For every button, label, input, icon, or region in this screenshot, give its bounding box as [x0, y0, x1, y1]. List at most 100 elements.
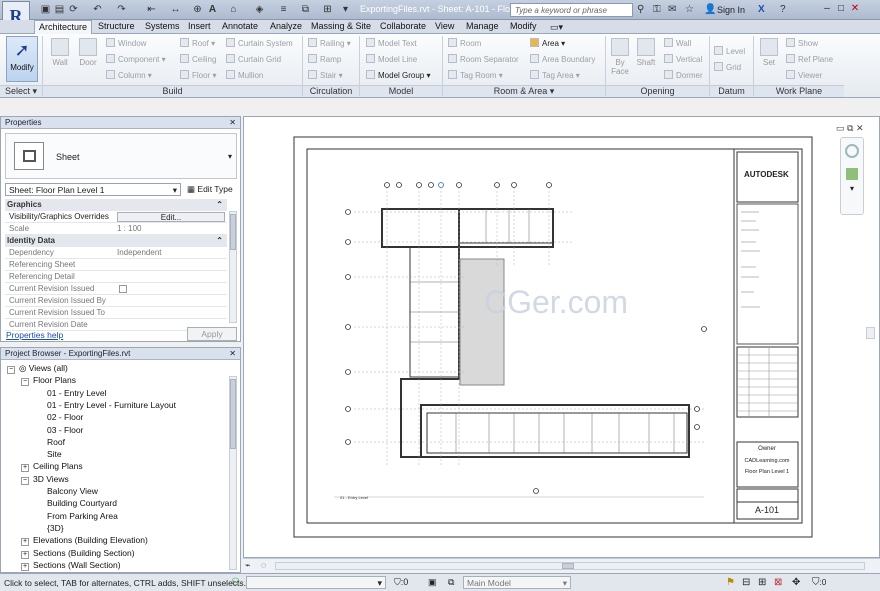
search-icon[interactable]: ⚲	[637, 4, 644, 15]
exchange-apps-icon[interactable]: X	[758, 4, 765, 15]
properties-scrollbar[interactable]	[229, 211, 237, 323]
scrollbar-thumb[interactable]	[230, 379, 236, 449]
tab-view[interactable]: View	[431, 20, 458, 34]
browser-item[interactable]: From Parking Area	[35, 511, 118, 521]
browser-item[interactable]: Building Courtyard	[35, 498, 117, 508]
model-line-button[interactable]: Model Line	[366, 54, 417, 64]
favorites-icon[interactable]: ☆	[685, 4, 694, 15]
select-underlay-icon[interactable]: ⊟	[742, 577, 750, 588]
browser-item[interactable]: 01 - Entry Level	[35, 388, 107, 398]
filter-icon[interactable]: ⛉	[394, 577, 401, 587]
room-button[interactable]: Room	[448, 38, 481, 48]
drawing-area[interactable]: ▭ ⧉ ✕ ▾ CGer.com AUTODESK Owner CADLearn…	[243, 116, 880, 558]
curtain-grid-button[interactable]: Curtain Grid	[226, 54, 281, 64]
select-pinned-icon[interactable]: ⊞	[758, 577, 766, 588]
chevron-down-icon[interactable]: ▾	[228, 152, 232, 161]
close-icon[interactable]: ✕	[229, 348, 236, 360]
type-selector[interactable]: Sheet ▾	[5, 133, 237, 179]
browser-item[interactable]: + Elevations (Building Elevation)	[21, 535, 148, 547]
browser-item[interactable]: 01 - Entry Level - Furniture Layout	[35, 400, 176, 410]
sign-in-button[interactable]: Sign In	[717, 5, 745, 15]
expand-toggle-icon[interactable]: +	[21, 562, 29, 571]
search-input[interactable]: Type a keyword or phrase	[510, 3, 633, 17]
redo-icon[interactable]: ↷	[116, 4, 127, 15]
tab-annotate[interactable]: Annotate	[218, 20, 262, 34]
room-separator-button[interactable]: Room Separator	[448, 54, 519, 64]
select-by-face-icon[interactable]: ⊠	[774, 577, 782, 588]
panel-select-label[interactable]: Select ▾	[0, 85, 42, 97]
tag-room-button[interactable]: Tag Room ▾	[448, 70, 503, 80]
tag-area-button[interactable]: Tag Area ▾	[530, 70, 580, 80]
minimize-icon[interactable]: –	[820, 3, 834, 14]
sync-icon[interactable]: ⟳	[68, 4, 79, 15]
browser-item[interactable]: Site	[35, 449, 62, 459]
railing-button[interactable]: Railing ▾	[308, 38, 351, 48]
select-links-icon[interactable]: ⚑	[726, 577, 735, 588]
scrollbar-thumb[interactable]	[230, 214, 236, 250]
worksharing-icon[interactable]: ⚇	[231, 577, 240, 588]
ref-plane-button[interactable]: Ref Plane	[786, 54, 833, 64]
filter-icon[interactable]: ⛉:0	[812, 577, 826, 588]
close-icon[interactable]: ✕	[229, 117, 236, 129]
ribbon-minimize-icon[interactable]: ▭▾	[550, 22, 563, 33]
tab-modify[interactable]: Modify	[506, 20, 541, 34]
instance-selector[interactable]: Sheet: Floor Plan Level 1 ▾	[5, 183, 181, 196]
vertical-button[interactable]: Vertical	[664, 54, 702, 64]
save-icon[interactable]: ▤	[54, 4, 65, 15]
section-icon[interactable]: ◈	[254, 4, 265, 15]
expand-toggle-icon[interactable]: −	[7, 366, 15, 374]
expand-toggle-icon[interactable]: +	[21, 550, 29, 559]
design-options-icon[interactable]: ⧉	[448, 577, 454, 588]
tab-insert[interactable]: Insert	[184, 20, 215, 34]
apply-button[interactable]: Apply	[187, 327, 237, 341]
aligned-dimension-icon[interactable]: ↔	[170, 4, 181, 15]
roof-button[interactable]: Roof ▾	[180, 38, 215, 48]
3d-view-icon[interactable]: ⌂	[228, 4, 239, 15]
show-work-plane-button[interactable]: Show	[786, 38, 818, 48]
grid-button[interactable]: Grid	[714, 62, 741, 72]
thin-lines-icon[interactable]: ≡	[278, 4, 289, 15]
horizontal-scrollbar[interactable]	[275, 562, 865, 570]
workset-dropdown[interactable]: ▾	[246, 576, 386, 589]
property-value[interactable]: Independent	[117, 247, 162, 259]
expand-toggle-icon[interactable]: −	[21, 378, 29, 387]
tab-analyze[interactable]: Analyze	[266, 20, 306, 34]
identity-section[interactable]: Identity Data ⌃	[5, 235, 227, 247]
tab-structure[interactable]: Structure	[94, 20, 139, 34]
edit-button[interactable]: Edit...	[117, 212, 225, 222]
model-text-button[interactable]: Model Text	[366, 38, 417, 48]
modify-button[interactable]: ➚ Modify	[6, 36, 38, 82]
browser-item[interactable]: 03 - Floor	[35, 425, 83, 435]
ceiling-button[interactable]: Ceiling	[180, 54, 216, 64]
area-boundary-button[interactable]: Area Boundary	[530, 54, 595, 64]
browser-item[interactable]: {3D}	[35, 523, 64, 533]
help-icon[interactable]: ?	[780, 4, 786, 15]
viewer-button[interactable]: Viewer	[786, 70, 822, 80]
browser-item[interactable]: − ◎ Views (all)	[7, 363, 68, 374]
browser-scrollbar[interactable]	[229, 376, 237, 570]
subscription-icon[interactable]: ⚿	[653, 4, 661, 15]
revision-issued-checkbox[interactable]	[119, 285, 127, 293]
mullion-button[interactable]: Mullion	[226, 70, 263, 80]
tab-manage[interactable]: Manage	[462, 20, 503, 34]
dormer-button[interactable]: Dormer	[664, 70, 703, 80]
open-icon[interactable]: ▣	[40, 4, 51, 15]
properties-help-link[interactable]: Properties help	[6, 330, 63, 340]
tab-architecture[interactable]: Architecture	[34, 20, 93, 35]
expand-toggle-icon[interactable]: −	[21, 476, 29, 485]
expand-toggle-icon[interactable]: +	[21, 464, 29, 473]
browser-item[interactable]: − Floor Plans	[21, 375, 76, 387]
door-button[interactable]: Door	[76, 38, 100, 67]
area-button[interactable]: Area ▾	[530, 38, 565, 48]
level-button[interactable]: Level	[714, 46, 745, 56]
browser-item[interactable]: −3D Views	[21, 474, 69, 485]
graphics-section[interactable]: Graphics ⌃	[5, 199, 227, 211]
browser-item[interactable]: + Ceiling Plans	[21, 461, 83, 473]
maximize-icon[interactable]: □	[834, 3, 848, 14]
wall-button[interactable]: Wall	[48, 38, 72, 67]
browser-item[interactable]: Balcony View	[35, 486, 98, 496]
editable-only-icon[interactable]: ▣	[428, 577, 437, 588]
tab-massing-site[interactable]: Massing & Site	[307, 20, 375, 34]
floor-button[interactable]: Floor ▾	[180, 70, 216, 80]
browser-item[interactable]: 02 - Floor	[35, 412, 83, 422]
